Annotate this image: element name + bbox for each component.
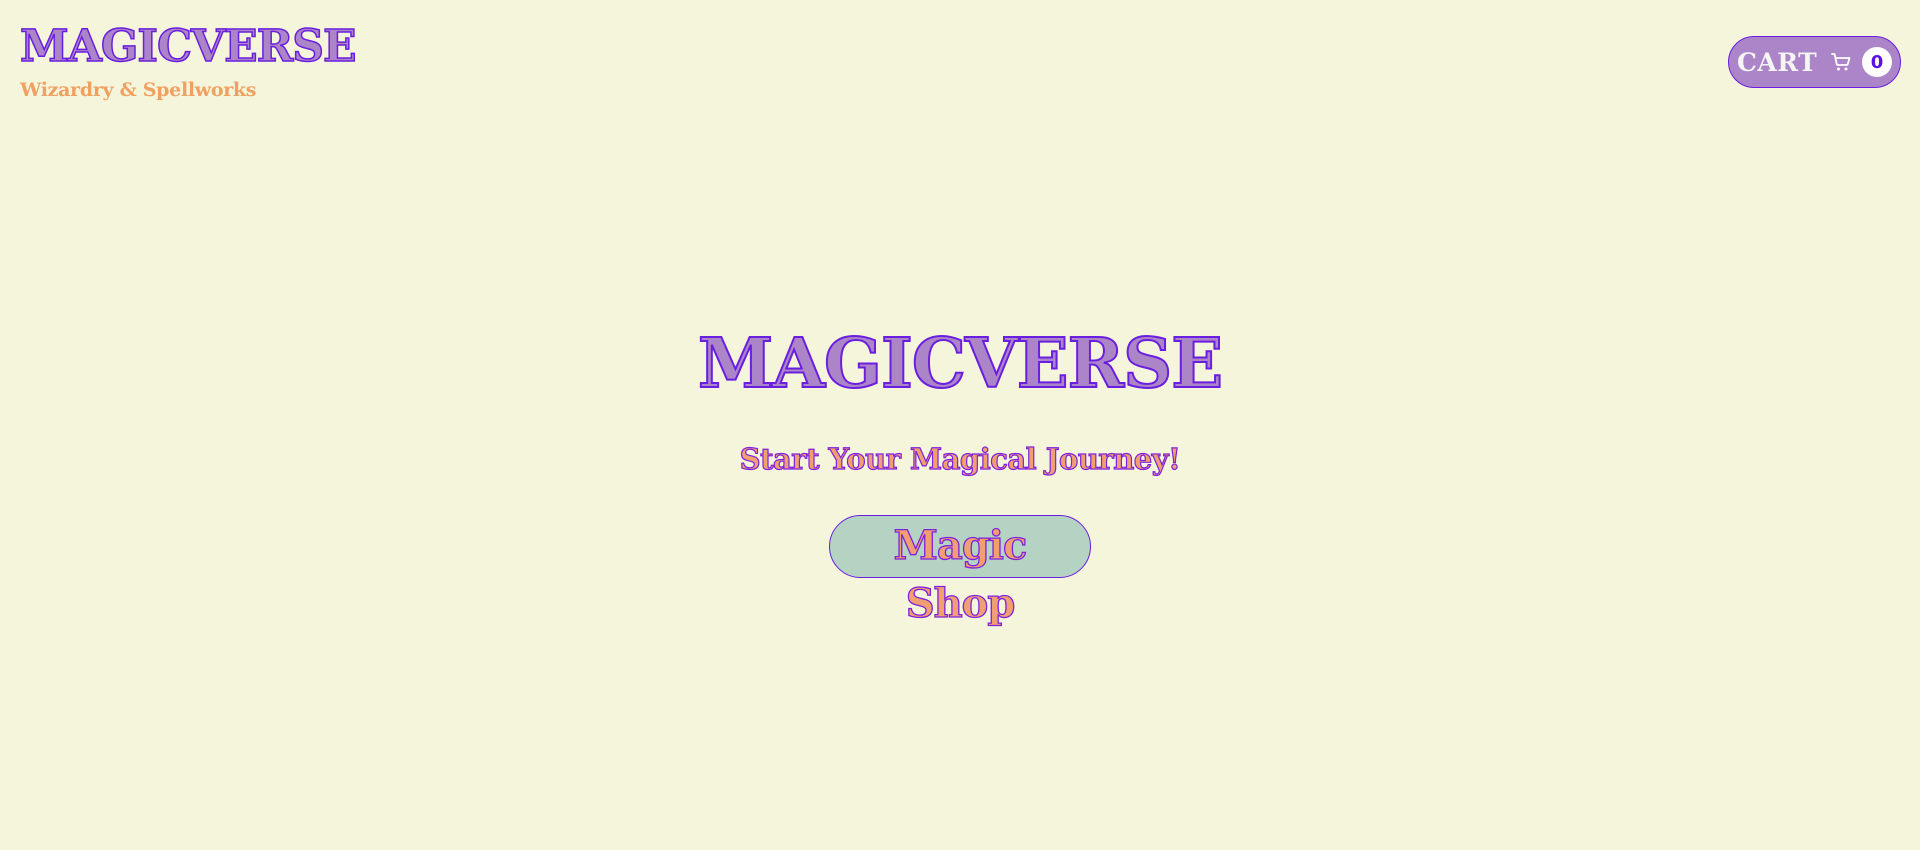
- brand-logo-title[interactable]: MAGICVERSE: [19, 21, 357, 73]
- brand[interactable]: MAGICVERSE Wizardry & Spellworks: [19, 21, 357, 102]
- cart-button[interactable]: CART 0: [1728, 36, 1901, 88]
- cart-count-badge: 0: [1862, 47, 1892, 77]
- hero-title: MAGICVERSE: [697, 324, 1224, 404]
- cart-label: CART: [1737, 47, 1818, 77]
- shopping-cart-icon: [1829, 50, 1853, 74]
- brand-tagline: Wizardry & Spellworks: [20, 79, 257, 101]
- hero-section: MAGICVERSE Start Your Magical Journey! M…: [0, 324, 1920, 628]
- hero-subtitle: Start Your Magical Journey!: [739, 441, 1181, 476]
- magic-shop-button[interactable]: Magic Shop: [829, 515, 1091, 628]
